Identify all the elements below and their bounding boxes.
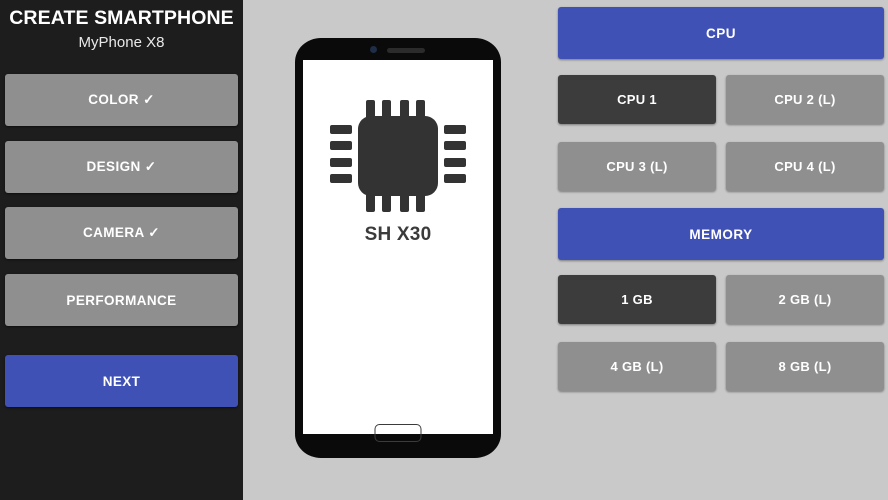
section-header-label: CPU: [705, 25, 736, 41]
home-button-icon[interactable]: [374, 424, 422, 442]
option-label: CPU 2 (L): [774, 92, 836, 107]
phone-model-name: MyPhone X8: [78, 34, 165, 51]
phone-screen: SH X30: [303, 60, 493, 434]
chip-body: [358, 116, 438, 196]
chip-pin: [382, 190, 391, 212]
option-memory-2gb[interactable]: 2 GB (L): [726, 275, 884, 324]
chip-label: SH X30: [364, 224, 432, 245]
sidebar-step-label: COLOR ✓: [88, 92, 155, 107]
next-button[interactable]: NEXT: [5, 355, 238, 407]
option-label: CPU 1: [617, 92, 657, 107]
sidebar-header: CREATE SMARTPHONE MyPhone X8: [0, 0, 243, 54]
section-header-cpu[interactable]: CPU: [558, 7, 884, 59]
option-memory-1gb[interactable]: 1 GB: [558, 275, 716, 324]
sidebar-step-design[interactable]: DESIGN ✓: [5, 141, 238, 193]
option-label: 2 GB (L): [778, 292, 832, 307]
chip-pin: [400, 190, 409, 212]
options-panel: CPU CPU 1 CPU 2 (L) CPU 3 (L) CPU 4 (L) …: [558, 0, 884, 500]
page-title: CREATE SMARTPHONE: [9, 7, 234, 29]
option-memory-4gb[interactable]: 4 GB (L): [558, 342, 716, 391]
chip-pin: [416, 100, 425, 122]
sidebar-step-performance[interactable]: PERFORMANCE: [5, 274, 238, 326]
chip-pin: [444, 125, 466, 134]
option-label: 8 GB (L): [778, 359, 832, 374]
sidebar-step-camera[interactable]: CAMERA ✓: [5, 207, 238, 259]
chip-illustration: SH X30: [303, 100, 493, 246]
option-cpu-1[interactable]: CPU 1: [558, 75, 716, 124]
option-label: CPU 3 (L): [606, 159, 668, 174]
chip-pin: [330, 174, 352, 183]
chip-pin: [416, 190, 425, 212]
sidebar-step-label: CAMERA ✓: [82, 225, 160, 240]
chip-pin: [330, 158, 352, 167]
option-cpu-2[interactable]: CPU 2 (L): [726, 75, 884, 124]
chip-pin: [444, 141, 466, 150]
chip-pin: [366, 100, 375, 122]
option-memory-8gb[interactable]: 8 GB (L): [726, 342, 884, 391]
option-cpu-3[interactable]: CPU 3 (L): [558, 142, 716, 191]
chip-pin: [330, 125, 352, 134]
sidebar-step-label: DESIGN ✓: [86, 159, 157, 174]
section-header-label: MEMORY: [689, 226, 753, 242]
phone-preview: SH X30: [295, 38, 501, 458]
option-label: 4 GB (L): [610, 359, 664, 374]
chip-pin: [330, 141, 352, 150]
chip-pin: [444, 174, 466, 183]
option-cpu-4[interactable]: CPU 4 (L): [726, 142, 884, 191]
chip-pin: [382, 100, 391, 122]
cpu-chip-icon: [330, 100, 466, 212]
next-button-label: NEXT: [102, 373, 141, 389]
option-label: 1 GB: [621, 292, 653, 307]
sidebar: CREATE SMARTPHONE MyPhone X8 COLOR ✓ DES…: [0, 0, 243, 500]
chip-pin: [444, 158, 466, 167]
front-camera-icon: [370, 46, 377, 53]
chip-pin: [366, 190, 375, 212]
earpiece-speaker-icon: [387, 47, 425, 53]
sidebar-step-color[interactable]: COLOR ✓: [5, 74, 238, 126]
chip-pin: [400, 100, 409, 122]
sidebar-step-label: PERFORMANCE: [66, 292, 177, 308]
option-label: CPU 4 (L): [774, 159, 836, 174]
section-header-memory[interactable]: MEMORY: [558, 208, 884, 260]
